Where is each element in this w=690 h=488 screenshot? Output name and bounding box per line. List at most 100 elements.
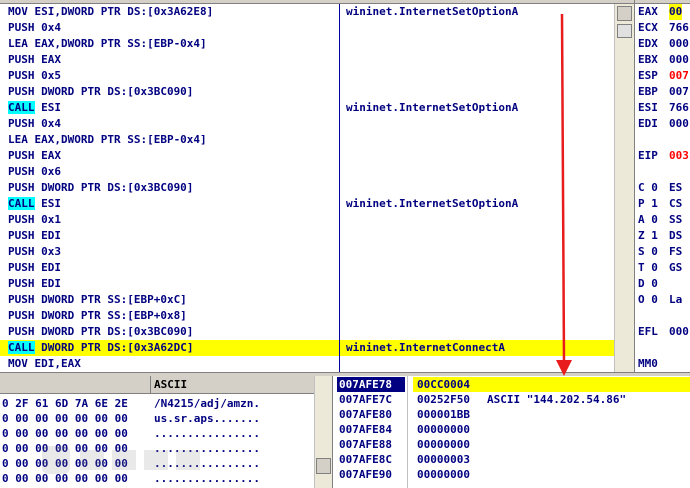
instruction-text: LEA EAX,DWORD PTR SS:[EBP-0x4]	[8, 37, 207, 50]
register-row[interactable]	[635, 308, 690, 324]
register-row[interactable]	[635, 340, 690, 356]
register-row[interactable]: D 0	[635, 276, 690, 292]
watermark-logo	[42, 446, 200, 474]
stack-row[interactable]: 007AFE90 00000000	[333, 467, 690, 482]
register-name: ESI	[638, 101, 658, 114]
register-row[interactable]: S 0 FS	[635, 244, 690, 260]
disasm-row[interactable]: MOV ESI,DWORD PTR DS:[0x3A62E8] wininet.I…	[0, 4, 614, 20]
dump-hex-bytes[interactable]: 0 00 00 00 00 00 00	[2, 411, 128, 426]
register-row[interactable]: MM0	[635, 356, 690, 372]
stack-row[interactable]: 007AFE78 00CC0004	[333, 377, 690, 392]
register-row[interactable]: C 0 ES	[635, 180, 690, 196]
register-value: 000	[669, 53, 689, 66]
stack-value: 00000000	[417, 468, 470, 481]
header-separator	[150, 376, 151, 394]
register-row[interactable]: ESP 007	[635, 68, 690, 84]
register-row[interactable]: EIP 003	[635, 148, 690, 164]
stack-row[interactable]: 007AFE84 00000000	[333, 422, 690, 437]
dump-ascii-text[interactable]: us.sr.aps.......	[154, 411, 260, 426]
disasm-row[interactable]: PUSH DWORD PTR SS:[EBP+0xC]	[0, 292, 614, 308]
stack-pane[interactable]: 007AFE78 00CC0004 007AFE7C 00252F50 ASCII "1…	[332, 376, 690, 488]
register-row[interactable]: O 0 La	[635, 292, 690, 308]
disasm-row[interactable]: PUSH EDI	[0, 260, 614, 276]
disasm-row[interactable]: PUSH DWORD PTR DS:[0x3BC090]	[0, 324, 614, 340]
stack-value: 00000000	[417, 423, 470, 436]
instruction-comment: wininet.InternetSetOptionA	[346, 5, 519, 18]
dump-scroll-thumb[interactable]	[316, 458, 331, 474]
stack-row[interactable]: 007AFE8C 00000003	[333, 452, 690, 467]
instruction-text: PUSH DWORD PTR DS:[0x3BC090]	[8, 181, 194, 194]
register-row[interactable]	[635, 132, 690, 148]
stack-address: 007AFE78	[337, 377, 405, 392]
stack-value: 00252F50	[417, 393, 470, 406]
ascii-column-header[interactable]: ASCII	[154, 378, 187, 391]
register-name: A 0	[638, 213, 658, 226]
register-name: Z 1	[638, 229, 658, 242]
register-value: 000	[669, 37, 689, 50]
register-row[interactable]: EDX 000	[635, 36, 690, 52]
disasm-row[interactable]: PUSH 0x4	[0, 116, 614, 132]
disasm-row[interactable]: LEA EAX,DWORD PTR SS:[EBP-0x4]	[0, 36, 614, 52]
register-row[interactable]: P 1 CS	[635, 196, 690, 212]
instruction-text: PUSH DWORD PTR DS:[0x3BC090]	[8, 325, 194, 338]
instruction-text: PUSH DWORD PTR DS:[0x3BC090]	[8, 85, 194, 98]
stack-row[interactable]: 007AFE7C 00252F50 ASCII "144.202.54.86"	[333, 392, 690, 407]
register-row[interactable]: EBP 007	[635, 84, 690, 100]
disasm-row[interactable]: PUSH DWORD PTR DS:[0x3BC090]	[0, 84, 614, 100]
disasm-row[interactable]: LEA EAX,DWORD PTR SS:[EBP-0x4]	[0, 132, 614, 148]
instruction-comment: wininet.InternetSetOptionA	[346, 101, 519, 114]
register-row[interactable]: T 0 GS	[635, 260, 690, 276]
register-name: ESP	[638, 69, 658, 82]
register-row[interactable]: A 0 SS	[635, 212, 690, 228]
instruction-text: CALL DWORD PTR DS:[0x3A62DC]	[8, 340, 193, 356]
stack-address: 007AFE8C	[339, 453, 392, 466]
memory-dump-pane[interactable]: ASCII 0 2F 61 6D 7A 6E 2E/N4215/adj/amzn…	[0, 376, 332, 488]
stack-row[interactable]: 007AFE88 00000000	[333, 437, 690, 452]
disasm-row[interactable]: PUSH 0x4	[0, 20, 614, 36]
register-name: EIP	[638, 149, 658, 162]
disasm-row[interactable]: PUSH DWORD PTR SS:[EBP+0x8]	[0, 308, 614, 324]
disasm-row[interactable]: PUSH DWORD PTR DS:[0x3BC090]	[0, 180, 614, 196]
register-row[interactable]: EAX 00	[635, 4, 690, 20]
instruction-text: CALL ESI	[8, 196, 61, 212]
stack-address: 007AFE90	[339, 468, 392, 481]
stack-row[interactable]: 007AFE80 000001BB	[333, 407, 690, 422]
register-row[interactable]: EDI 000	[635, 116, 690, 132]
register-value: SS	[669, 213, 683, 226]
register-name: S 0	[638, 245, 658, 258]
disasm-row[interactable]: PUSH 0x6	[0, 164, 614, 180]
disasm-row[interactable]: CALL DWORD PTR DS:[0x3A62DC] wininet.Inte…	[0, 340, 614, 356]
register-row[interactable]	[635, 164, 690, 180]
register-row[interactable]: Z 1 DS	[635, 228, 690, 244]
stack-value: 00000000	[417, 438, 470, 451]
instruction-text: PUSH 0x3	[8, 245, 61, 258]
register-row[interactable]: ESI 766	[635, 100, 690, 116]
dump-ascii-text[interactable]: /N4215/adj/amzn.	[154, 396, 260, 411]
call-keyword: CALL	[8, 341, 35, 354]
dump-scrollbar[interactable]	[314, 376, 332, 488]
scroll-up-button[interactable]	[617, 6, 632, 21]
dump-hex-bytes[interactable]: 0 2F 61 6D 7A 6E 2E	[2, 396, 128, 411]
disasm-row[interactable]: PUSH 0x1	[0, 212, 614, 228]
instruction-text: LEA EAX,DWORD PTR SS:[EBP-0x4]	[8, 133, 207, 146]
register-row[interactable]: EBX 000	[635, 52, 690, 68]
disasm-row[interactable]: PUSH EAX	[0, 52, 614, 68]
disasm-row[interactable]: CALL ESI wininet.InternetSetOptionA	[0, 196, 614, 212]
disassembly-pane[interactable]: MOV ESI,DWORD PTR DS:[0x3A62E8] wininet.I…	[0, 4, 634, 372]
disasm-row[interactable]: PUSH EAX	[0, 148, 614, 164]
register-row[interactable]: EFL 000	[635, 324, 690, 340]
disasm-row[interactable]: PUSH 0x3	[0, 244, 614, 260]
dump-ascii-text[interactable]: ................	[154, 426, 260, 441]
disasm-row[interactable]: CALL ESI wininet.InternetSetOptionA	[0, 100, 614, 116]
dump-hex-bytes[interactable]: 0 00 00 00 00 00 00	[2, 426, 128, 441]
disasm-row[interactable]: PUSH 0x5	[0, 68, 614, 84]
scroll-thumb[interactable]	[617, 24, 632, 38]
disassembly-scrollbar[interactable]	[614, 4, 634, 372]
registers-pane[interactable]: EAX 00 ECX 766 EDX 000 EBX 000 ESP 007 EBP 007 ESI 76…	[634, 0, 690, 372]
disasm-row[interactable]: PUSH EDI	[0, 276, 614, 292]
disasm-row[interactable]: MOV EDI,EAX	[0, 356, 614, 372]
register-name: EDI	[638, 117, 658, 130]
register-row[interactable]: ECX 766	[635, 20, 690, 36]
disasm-row[interactable]: PUSH EDI	[0, 228, 614, 244]
register-value: GS	[669, 261, 683, 274]
